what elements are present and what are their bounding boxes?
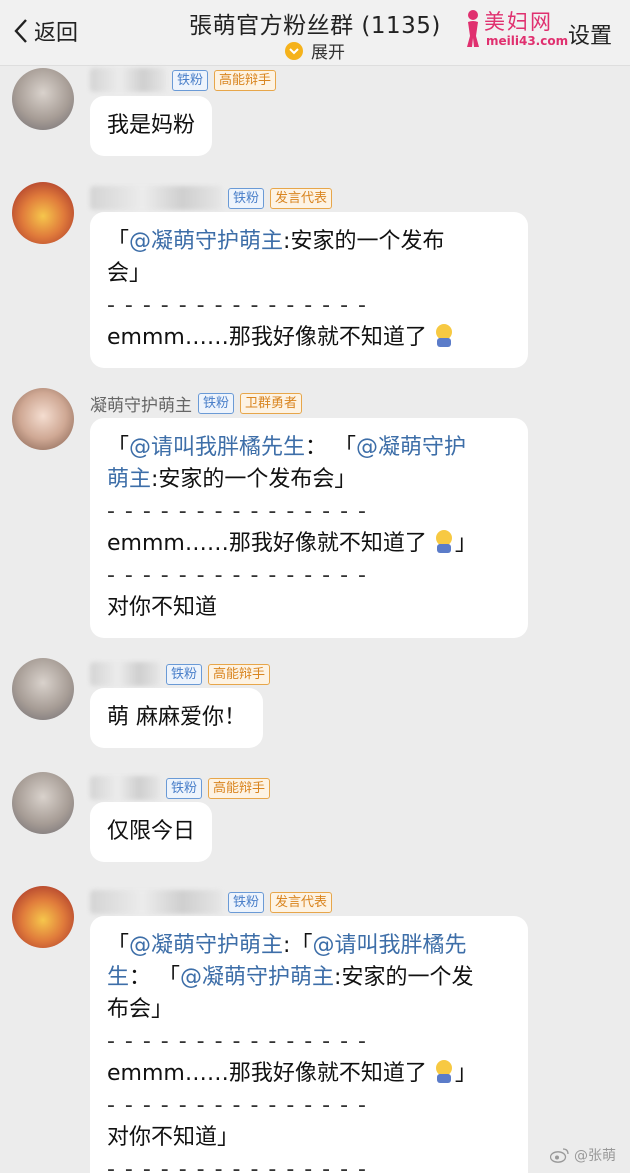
title-badge: 高能辩手: [208, 663, 271, 685]
message-text: 「@凝萌守护萌主:安家的一个发布: [107, 229, 445, 254]
watermark-text: 美妇网: [484, 10, 553, 34]
settings-button[interactable]: 设置: [568, 18, 612, 50]
avatar[interactable]: [12, 658, 74, 720]
avatar[interactable]: [12, 388, 74, 450]
fan-badge: 铁粉: [166, 663, 203, 685]
fan-badge: 铁粉: [166, 777, 203, 799]
weibo-credit: @张萌: [550, 1145, 616, 1165]
message-text-part: emmm……那我好像就不知道了: [107, 325, 427, 350]
chat-header: 返回 張萌官方粉丝群 (1135) 展开 美妇网 meili43.com 设置: [0, 0, 630, 66]
avatar[interactable]: [12, 68, 74, 130]
message-text: 布会」: [107, 997, 174, 1022]
message-text: emmm……那我好像就不知道了」: [107, 1058, 511, 1090]
message-text: emmm……那我好像就不知道了」: [107, 528, 511, 560]
message-text: 萌主:安家的一个发布会」: [107, 467, 357, 492]
blurred-username: [90, 662, 160, 686]
divider-line: - - - - - - - - - - - - - - -: [107, 499, 368, 524]
blurred-username: [90, 776, 160, 800]
message-text: 「@凝萌守护萌主:「@请叫我胖橘先: [107, 933, 467, 958]
blurred-username: [90, 186, 222, 210]
chevron-down-icon: [285, 41, 303, 60]
message-text: 生： 「@凝萌守护萌主:安家的一个发: [107, 965, 474, 990]
watermark-logo: 美妇网 meili43.com: [462, 6, 572, 52]
message-bubble[interactable]: 「@凝萌守护萌主:安家的一个发布 会」 - - - - - - - - - - …: [90, 212, 528, 368]
divider-line: - - - - - - - - - - - - - - -: [107, 1093, 368, 1118]
message-text: 仅限今日: [107, 819, 196, 844]
message-bubble[interactable]: 萌 麻麻爱你！: [90, 688, 263, 748]
title-badge: 卫群勇者: [240, 392, 303, 414]
title-badge: 高能辩手: [208, 777, 271, 799]
title-badge: 发言代表: [270, 187, 333, 209]
message-bubble[interactable]: 我是妈粉: [90, 96, 213, 156]
message-text: 「@请叫我胖橘先生： 「@凝萌守护: [107, 435, 467, 460]
divider-line: - - - - - - - - - - - - - - -: [107, 293, 368, 318]
avatar[interactable]: [12, 886, 74, 948]
fan-badge: 铁粉: [198, 392, 235, 414]
emoji-icon: [433, 1058, 455, 1084]
message-bubble[interactable]: 仅限今日: [90, 802, 213, 862]
divider-line: - - - - - - - - - - - - - - -: [107, 563, 368, 588]
emoji-icon: [433, 322, 455, 348]
fan-badge: 铁粉: [228, 891, 265, 913]
message-bubble[interactable]: 「@凝萌守护萌主:「@请叫我胖橘先 生： 「@凝萌守护萌主:安家的一个发 布会」…: [90, 916, 528, 1173]
title-badge: 高能辩手: [214, 69, 277, 91]
avatar[interactable]: [12, 772, 74, 834]
divider-line: - - - - - - - - - - - - - - -: [107, 1029, 368, 1054]
watermark-url: meili43.com: [486, 34, 569, 48]
username: 凝萌守护萌主: [90, 395, 192, 416]
divider-line: - - - - - - - - - - - - - - -: [107, 1157, 368, 1173]
message-text: 我是妈粉: [107, 113, 196, 138]
emoji-icon: [433, 528, 455, 554]
blurred-username: [90, 890, 222, 914]
message-text: 对你不知道: [107, 595, 218, 620]
title-badge: 发言代表: [270, 891, 333, 913]
blurred-username: [90, 68, 166, 92]
figure-icon: [467, 10, 479, 47]
expand-label: 展开: [311, 43, 345, 63]
weibo-icon: [550, 1148, 569, 1163]
message-bubble[interactable]: 「@请叫我胖橘先生： 「@凝萌守护 萌主:安家的一个发布会」 - - - - -…: [90, 418, 528, 638]
fan-badge: 铁粉: [172, 69, 209, 91]
message-text: emmm……那我好像就不知道了: [107, 322, 511, 354]
avatar[interactable]: [12, 182, 74, 244]
credit-text: @张萌: [574, 1148, 616, 1164]
message-text: 萌 麻麻爱你！: [107, 705, 246, 730]
message-text: 会」: [107, 261, 152, 286]
message-text: 对你不知道」: [107, 1125, 240, 1150]
fan-badge: 铁粉: [228, 187, 265, 209]
